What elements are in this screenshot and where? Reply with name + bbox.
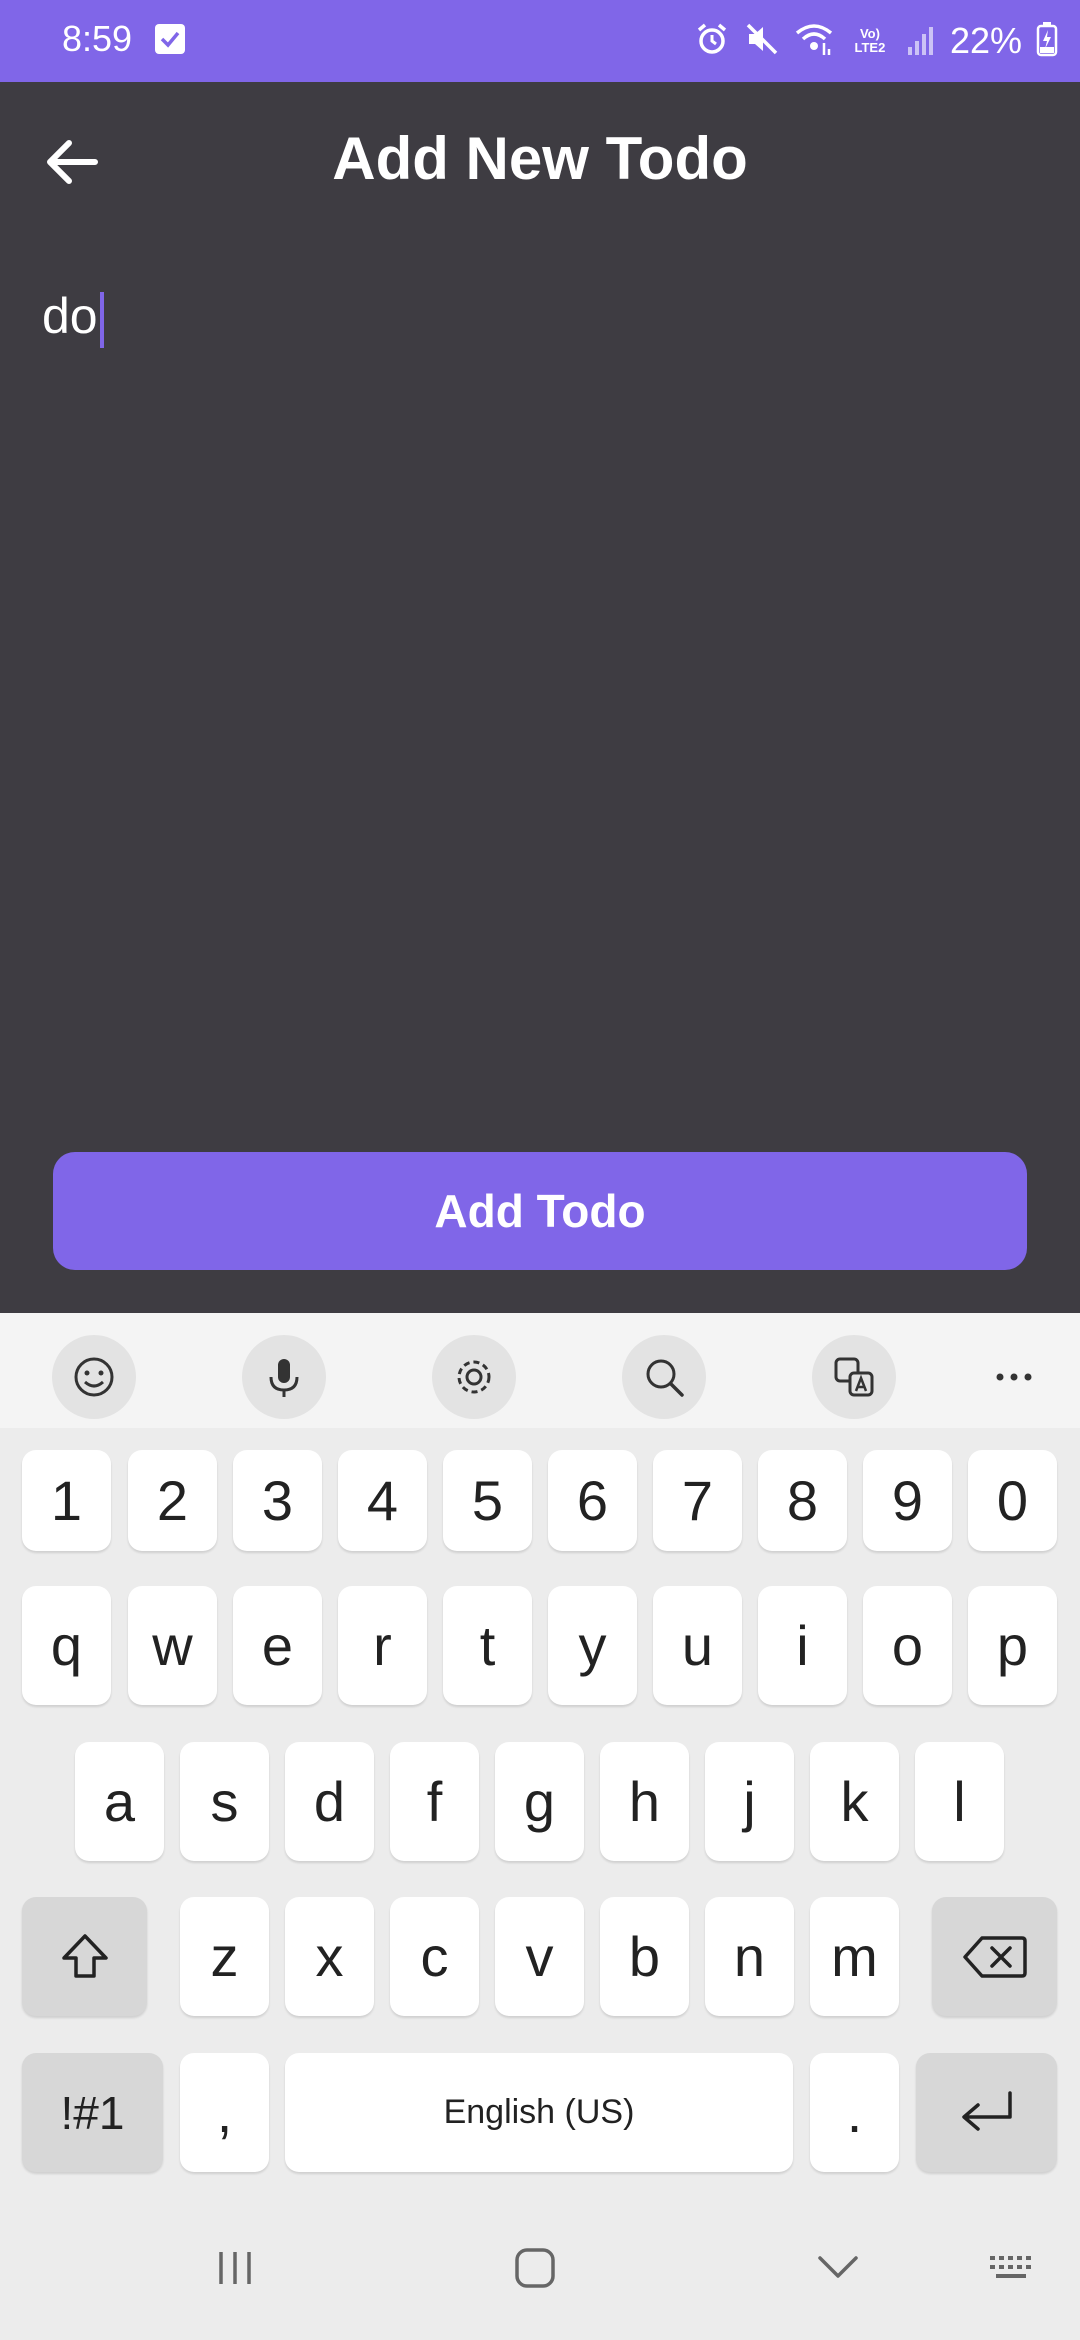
key-o[interactable]: o	[863, 1586, 952, 1705]
key-b[interactable]: b	[600, 1897, 689, 2016]
key-c[interactable]: c	[390, 1897, 479, 2016]
checkbox-notification-icon	[155, 24, 185, 54]
key-5[interactable]: 5	[443, 1450, 532, 1551]
translate-icon[interactable]	[812, 1335, 896, 1419]
navigation-bar	[0, 2198, 1080, 2340]
add-todo-button-label: Add Todo	[434, 1185, 646, 1237]
battery-charging-icon	[1036, 21, 1058, 62]
key-2[interactable]: 2	[128, 1450, 217, 1551]
key-i[interactable]: i	[758, 1586, 847, 1705]
status-bar: 8:59 Vo) LTE2 22%	[0, 0, 1080, 82]
key-7[interactable]: 7	[653, 1450, 742, 1551]
key-0[interactable]: 0	[968, 1450, 1057, 1551]
signal-icon	[906, 21, 936, 62]
key-l[interactable]: l	[915, 1742, 1004, 1861]
alarm-icon	[694, 21, 730, 62]
todo-input-value: do	[42, 288, 98, 344]
wifi-icon	[794, 21, 834, 62]
more-icon[interactable]	[972, 1335, 1056, 1419]
key-g[interactable]: g	[495, 1742, 584, 1861]
key-t[interactable]: t	[443, 1586, 532, 1705]
mute-icon	[744, 21, 780, 62]
key-e[interactable]: e	[233, 1586, 322, 1705]
key-n[interactable]: n	[705, 1897, 794, 2016]
enter-icon[interactable]	[916, 2053, 1057, 2172]
volte-lte-icon: Vo) LTE2	[848, 27, 892, 55]
text-caret	[99, 291, 104, 348]
key-r[interactable]: r	[338, 1586, 427, 1705]
key-v[interactable]: v	[495, 1897, 584, 2016]
key-a[interactable]: a	[75, 1742, 164, 1861]
key-m[interactable]: m	[810, 1897, 899, 2016]
backspace-icon[interactable]	[932, 1897, 1057, 2016]
key-s[interactable]: s	[180, 1742, 269, 1861]
key-8[interactable]: 8	[758, 1450, 847, 1551]
key-4[interactable]: 4	[338, 1450, 427, 1551]
status-time: 8:59	[62, 18, 133, 59]
key-p[interactable]: p	[968, 1586, 1057, 1705]
key-f[interactable]: f	[390, 1742, 479, 1861]
settings-icon[interactable]	[432, 1335, 516, 1419]
period-key[interactable]: .	[810, 2053, 899, 2172]
key-h[interactable]: h	[600, 1742, 689, 1861]
space-key[interactable]: English (US)	[285, 2053, 793, 2172]
key-3[interactable]: 3	[233, 1450, 322, 1551]
key-w[interactable]: w	[128, 1586, 217, 1705]
emoji-icon[interactable]	[52, 1335, 136, 1419]
key-q[interactable]: q	[22, 1586, 111, 1705]
app-bar: Add New Todo	[0, 82, 1080, 242]
key-y[interactable]: y	[548, 1586, 637, 1705]
back-chevron-icon[interactable]	[808, 2238, 868, 2298]
shift-icon[interactable]	[22, 1897, 147, 2016]
network-label: Vo) LTE2	[854, 26, 886, 55]
key-1[interactable]: 1	[22, 1450, 111, 1551]
page-title: Add New Todo	[332, 125, 748, 192]
key-z[interactable]: z	[180, 1897, 269, 2016]
home-icon[interactable]	[505, 2238, 565, 2298]
add-todo-button[interactable]: Add Todo	[53, 1152, 1027, 1270]
search-icon[interactable]	[622, 1335, 706, 1419]
recents-icon[interactable]	[205, 2238, 265, 2298]
todo-input[interactable]: do	[42, 276, 1032, 356]
key-u[interactable]: u	[653, 1586, 742, 1705]
key-x[interactable]: x	[285, 1897, 374, 2016]
keyboard-icon[interactable]	[982, 2238, 1042, 2298]
keyboard: 1 2 3 4 5 6 7 8 9 0 q w e r t y u i o p …	[0, 1313, 1080, 2340]
key-k[interactable]: k	[810, 1742, 899, 1861]
key-9[interactable]: 9	[863, 1450, 952, 1551]
comma-key[interactable]: ,	[180, 2053, 269, 2172]
key-d[interactable]: d	[285, 1742, 374, 1861]
key-j[interactable]: j	[705, 1742, 794, 1861]
battery-percent: 22%	[949, 20, 1022, 61]
microphone-icon[interactable]	[242, 1335, 326, 1419]
keyboard-toolbar	[0, 1313, 1080, 1428]
key-6[interactable]: 6	[548, 1450, 637, 1551]
symbols-key[interactable]: !#1	[22, 2053, 163, 2172]
